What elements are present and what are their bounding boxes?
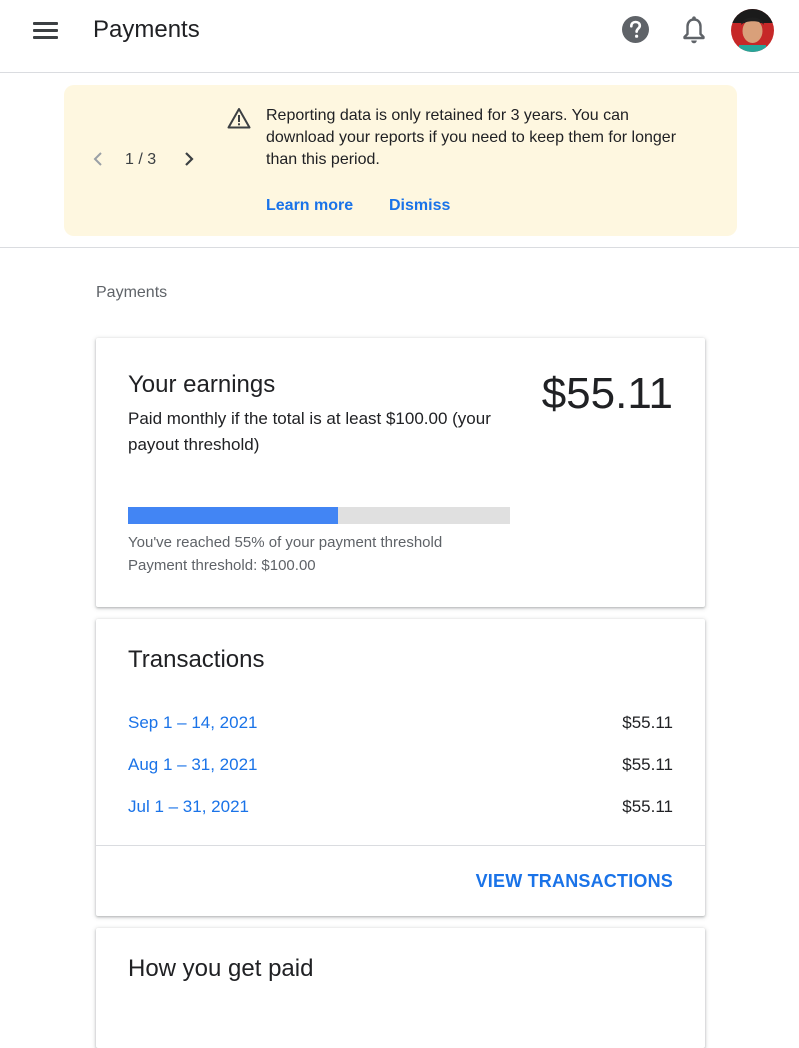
transactions-card: Transactions Sep 1 – 14, 2021 $55.11 Aug… (96, 619, 705, 916)
menu-icon[interactable] (22, 16, 70, 44)
earnings-description: Paid monthly if the total is at least $1… (128, 409, 491, 454)
transaction-amount: $55.11 (622, 797, 673, 816)
transaction-row: Aug 1 – 31, 2021 $55.11 (128, 753, 673, 777)
transaction-date-link[interactable]: Sep 1 – 14, 2021 (128, 711, 258, 735)
transactions-title: Transactions (128, 646, 265, 673)
how-you-get-paid-card: How you get paid (96, 928, 705, 1048)
transaction-row: Jul 1 – 31, 2021 $55.11 (128, 795, 673, 819)
transaction-row: Sep 1 – 14, 2021 $55.11 (128, 711, 673, 735)
warning-icon (227, 108, 251, 129)
how-you-get-paid-title: How you get paid (128, 955, 314, 982)
chevron-right-icon[interactable] (181, 149, 197, 169)
view-transactions-button[interactable]: VIEW TRANSACTIONS (476, 869, 673, 893)
help-icon[interactable] (621, 15, 650, 44)
dismiss-button[interactable]: Dismiss (389, 195, 450, 217)
earnings-card: Your earnings $55.11 Paid monthly if the… (96, 338, 705, 607)
divider (96, 845, 705, 846)
threshold-note: Payment threshold: $100.00 (128, 557, 316, 574)
earnings-amount: $55.11 (541, 369, 673, 418)
app-title: Payments (93, 16, 200, 43)
retention-banner: 1 / 3 Reporting data is only retained fo… (64, 85, 737, 236)
top-app-bar: Payments (0, 0, 799, 73)
threshold-progress-fill (128, 507, 339, 524)
transaction-amount: $55.11 (622, 713, 673, 732)
transaction-date-link[interactable]: Aug 1 – 31, 2021 (128, 753, 258, 777)
breadcrumb: Payments (96, 284, 168, 301)
earnings-title: Your earnings (128, 371, 276, 398)
chevron-left-icon[interactable] (90, 149, 106, 169)
learn-more-link[interactable]: Learn more (266, 195, 353, 217)
announcement-area: 1 / 3 Reporting data is only retained fo… (0, 73, 799, 248)
transaction-amount: $55.11 (622, 755, 673, 774)
banner-message: Reporting data is only retained for 3 ye… (266, 107, 677, 168)
progress-note: You've reached 55% of your payment thres… (128, 534, 443, 551)
transaction-date-link[interactable]: Jul 1 – 31, 2021 (128, 795, 249, 819)
bell-icon[interactable] (680, 15, 708, 45)
avatar[interactable] (731, 9, 774, 52)
threshold-progress-bar (128, 507, 510, 524)
banner-pager: 1 / 3 (125, 151, 157, 168)
